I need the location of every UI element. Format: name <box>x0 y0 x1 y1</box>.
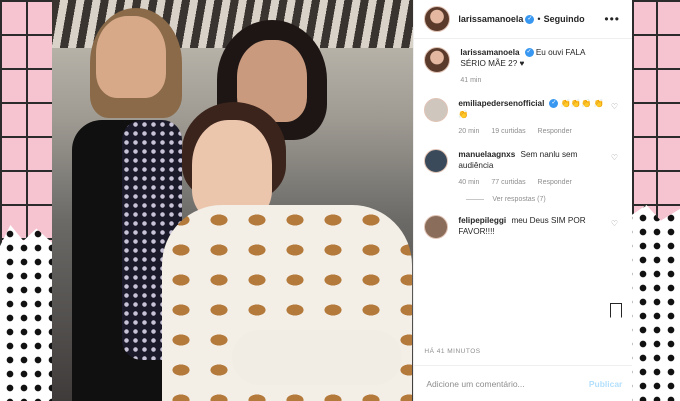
post-header: larissamanoela ✓ • Seguindo ••• <box>414 0 632 39</box>
list-item: felipepileggi meu Deus SIM POR FAVOR!!!!… <box>424 215 622 239</box>
comment-time[interactable]: 40 min <box>458 179 479 186</box>
polka-dot-decoration-right <box>632 205 680 401</box>
comment-username[interactable]: emiliapedersenofficial <box>458 99 544 108</box>
separator-dot: • <box>537 14 541 24</box>
verified-badge-icon: ✓ <box>549 99 559 109</box>
header-username[interactable]: larissamanoela <box>458 14 523 24</box>
avatar[interactable] <box>424 47 451 73</box>
list-item: emiliapedersenofficial ✓ 👏👏👏 👏👏 20 min 19… <box>424 98 622 137</box>
reply-button[interactable]: Responder <box>538 179 572 186</box>
comment-username[interactable]: felipepileggi <box>458 216 506 225</box>
caption-time[interactable]: 41 min <box>460 77 481 84</box>
heart-icon[interactable]: ♡ <box>611 153 618 162</box>
avatar[interactable] <box>424 215 449 239</box>
comment-input[interactable] <box>424 377 589 390</box>
post-photo[interactable] <box>52 0 414 401</box>
avatar[interactable] <box>424 149 449 173</box>
more-options-icon[interactable]: ••• <box>604 12 620 26</box>
heart-icon[interactable]: ♡ <box>611 102 618 111</box>
publish-button[interactable]: Publicar <box>589 379 623 389</box>
caption-username[interactable]: larissamanoela <box>460 48 519 57</box>
follow-status-button[interactable]: Seguindo <box>544 14 585 24</box>
list-item: manuelaagnxs Sem nanlu sem audiência 40 … <box>424 149 622 188</box>
comment-time[interactable]: 20 min <box>458 128 479 135</box>
photo-figure <box>232 330 402 385</box>
comments-list: larissamanoela ✓ Eu ouvi FALA SÉRIO MÃE 2… <box>414 39 632 239</box>
instagram-post: larissamanoela ✓ • Seguindo ••• larissam… <box>52 0 633 401</box>
photo-figure <box>96 16 166 98</box>
comment-likes[interactable]: 19 curtidas <box>491 128 525 135</box>
view-replies-button[interactable]: Ver respostas (7) <box>466 196 622 203</box>
post-timestamp: HÁ 41 MINUTOS <box>424 348 481 355</box>
heart-icon[interactable]: ♡ <box>611 219 618 228</box>
verified-badge-icon: ✓ <box>524 48 534 58</box>
polka-dot-decoration-left <box>0 225 52 401</box>
post-sidebar: larissamanoela ✓ • Seguindo ••• larissam… <box>413 0 633 401</box>
verified-badge-icon: ✓ <box>525 14 535 24</box>
add-comment-bar: Publicar <box>414 365 633 401</box>
comment-username[interactable]: manuelaagnxs <box>458 150 515 159</box>
comment-likes[interactable]: 77 curtidas <box>491 179 525 186</box>
caption: larissamanoela ✓ Eu ouvi FALA SÉRIO MÃE 2… <box>424 47 622 86</box>
avatar[interactable] <box>424 98 449 122</box>
bookmark-icon[interactable] <box>610 303 622 323</box>
reply-button[interactable]: Responder <box>538 128 572 135</box>
avatar[interactable] <box>424 6 451 32</box>
